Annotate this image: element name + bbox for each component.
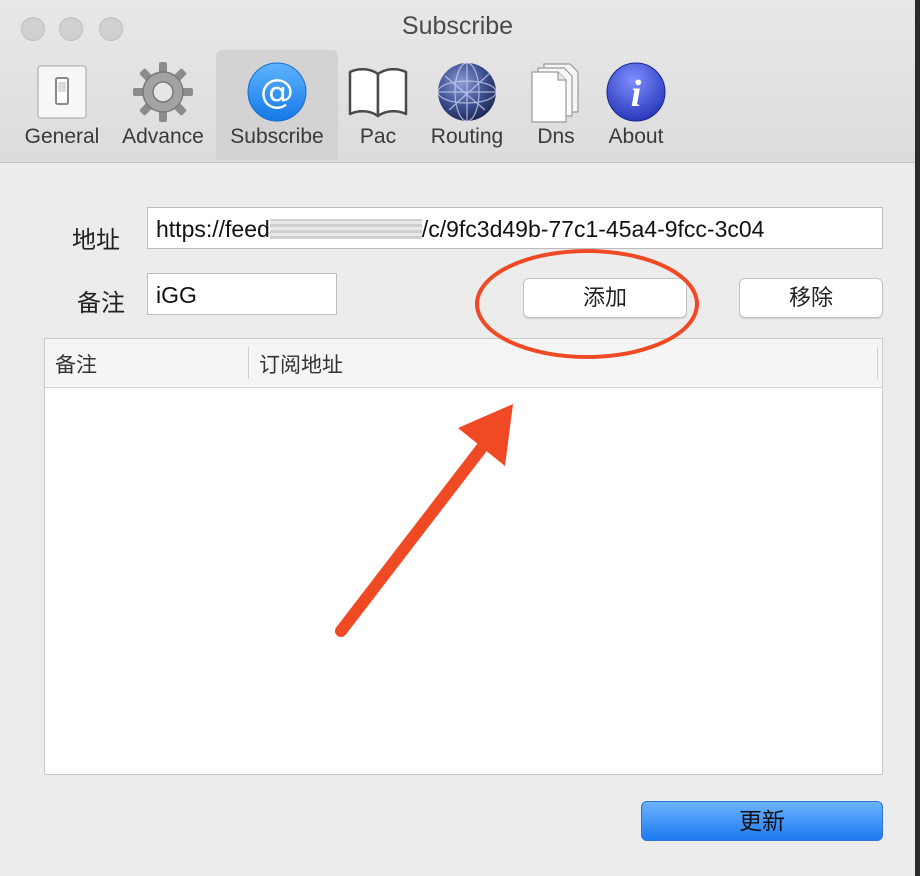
highlight-circle [475, 249, 699, 359]
arrow-head [458, 404, 513, 466]
annotation-overlay [335, 249, 699, 637]
preferences-window: Subscribe General Advance @ Subscribe Pa… [0, 0, 915, 876]
arrow-shaft [335, 435, 493, 637]
